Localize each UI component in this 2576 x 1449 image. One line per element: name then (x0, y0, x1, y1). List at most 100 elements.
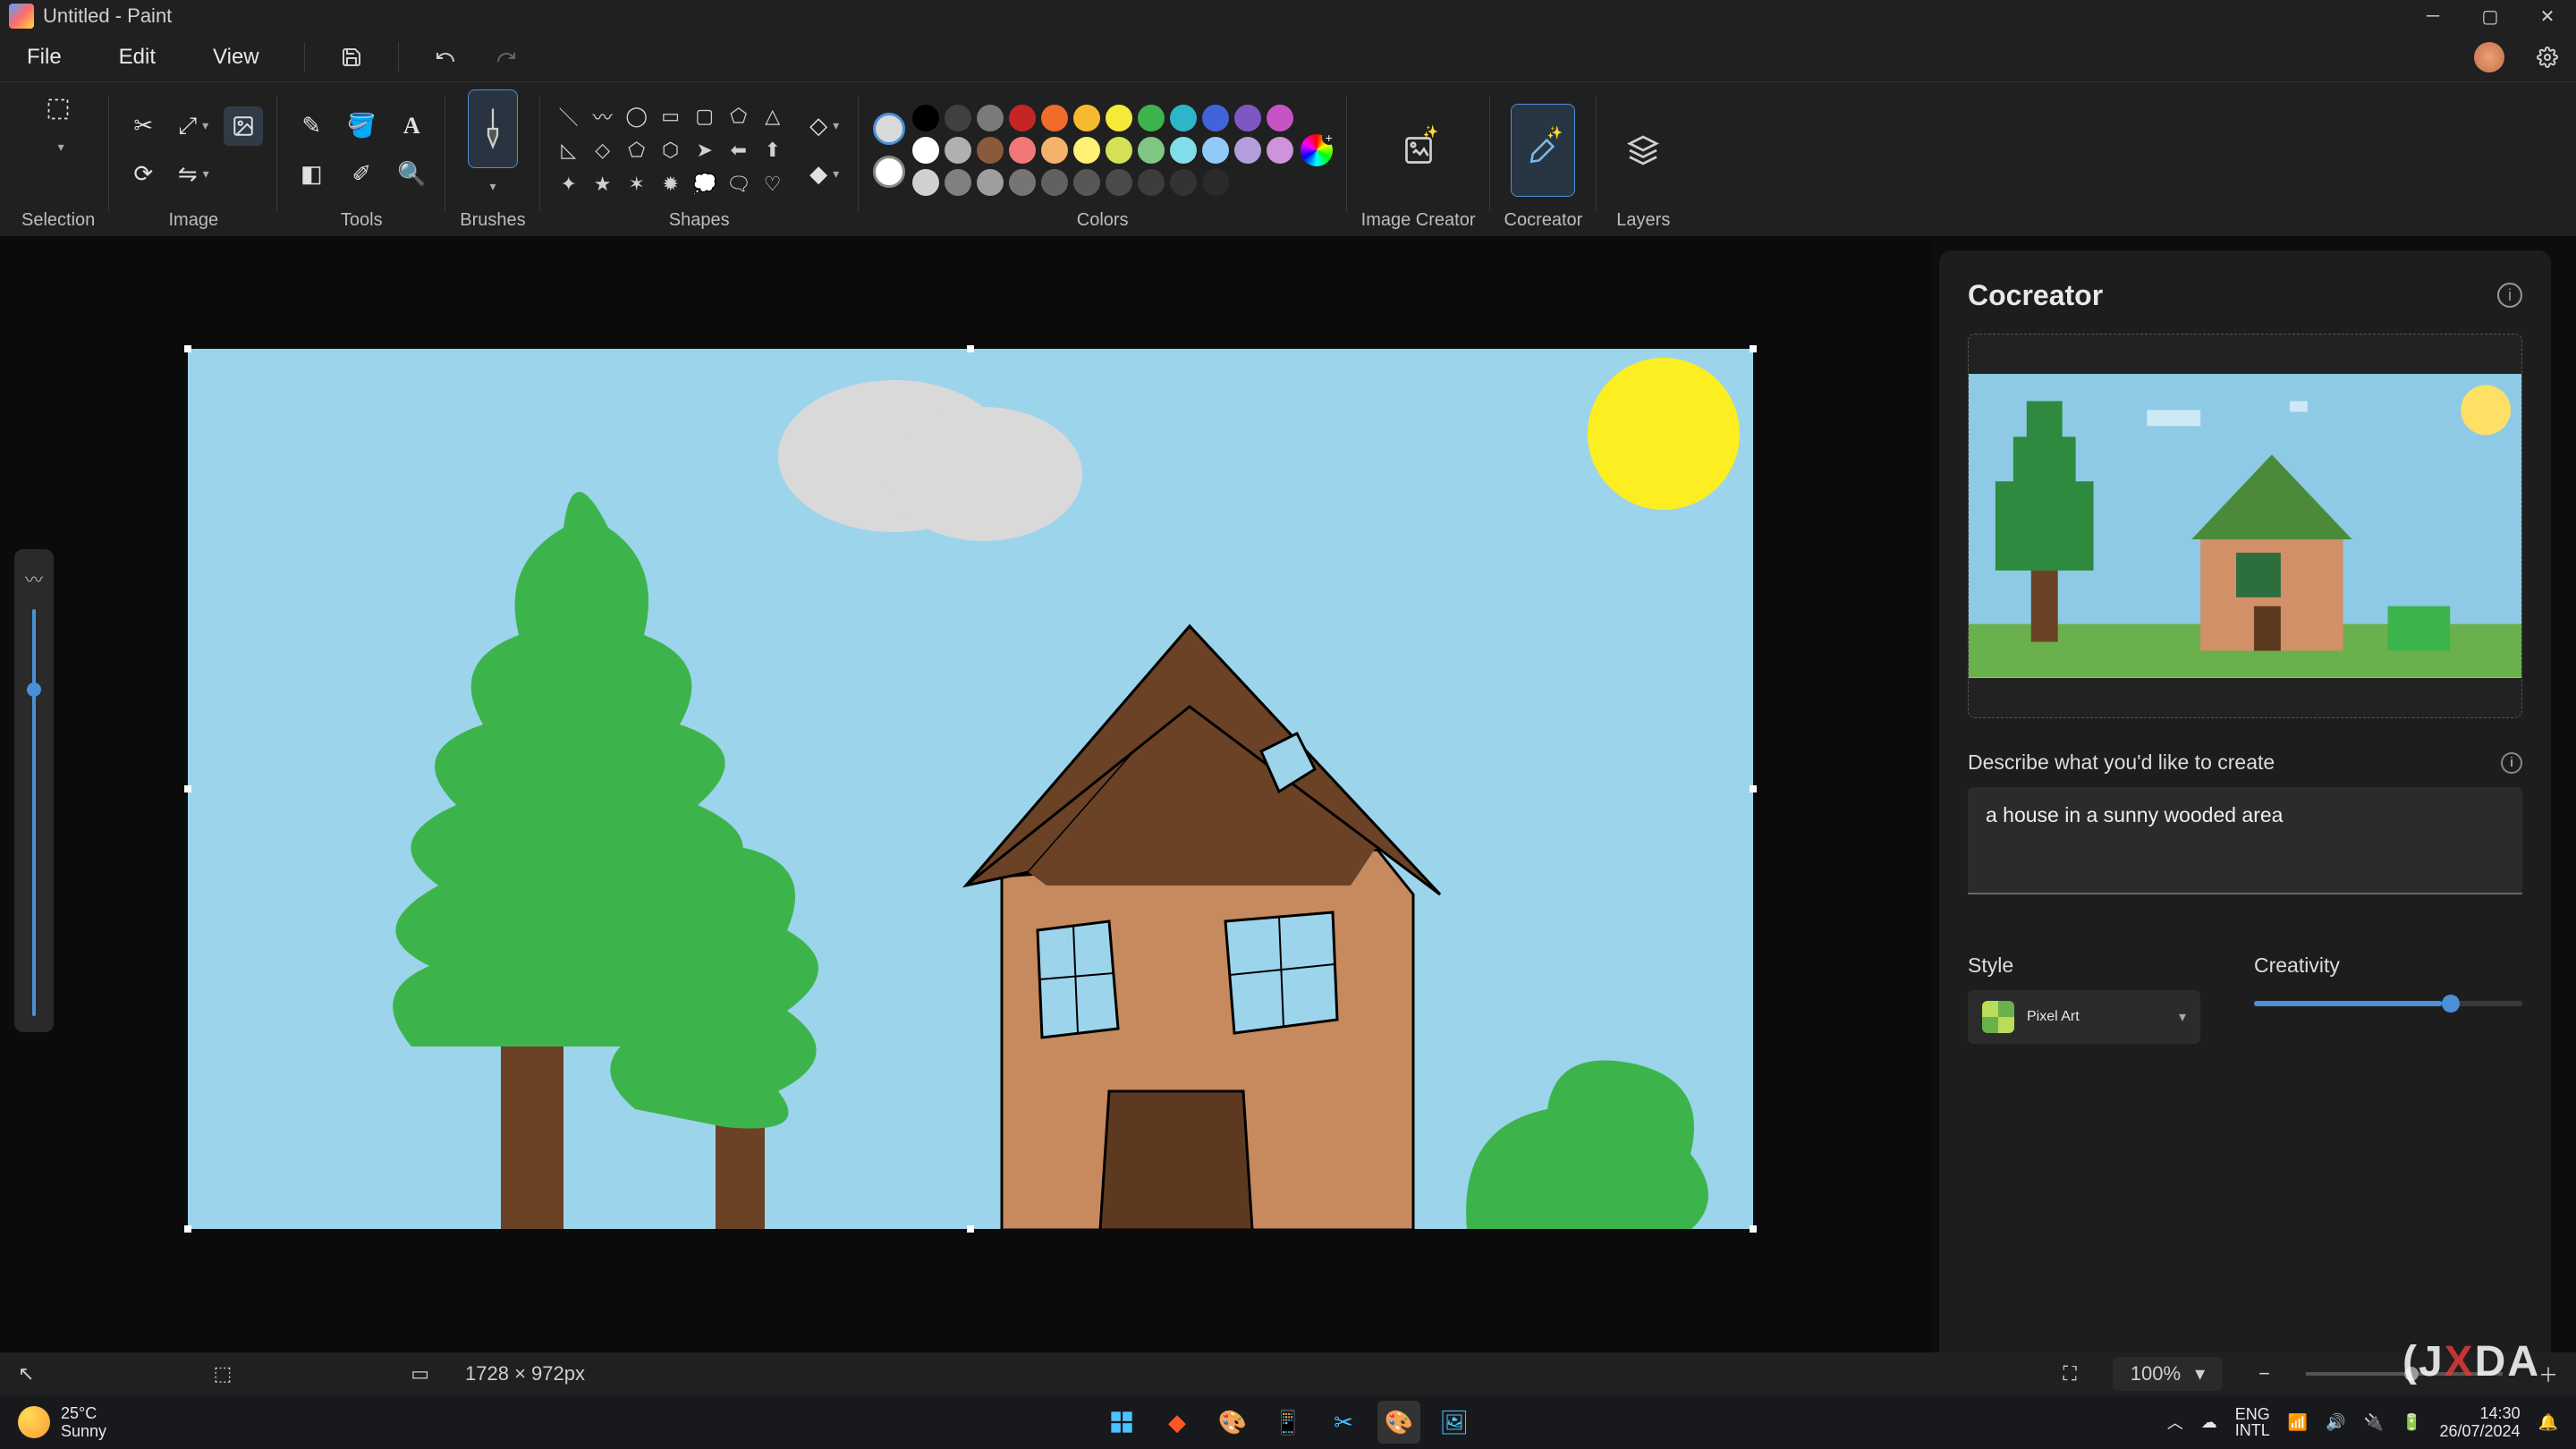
color-swatch[interactable] (912, 105, 939, 131)
shape-callout-icon[interactable]: 💭 (691, 170, 719, 199)
info-icon[interactable]: i (2501, 752, 2522, 774)
taskbar-app-brave[interactable]: ◆ (1156, 1401, 1199, 1444)
shape-arrowu-icon[interactable]: ⬆ (758, 136, 787, 165)
color-swatch[interactable] (1073, 169, 1100, 196)
shape-burst-icon[interactable]: ✹ (657, 170, 685, 199)
tray-onedrive-icon[interactable]: ☁ (2201, 1413, 2217, 1432)
image-creator-button[interactable]: ✨ (1386, 104, 1451, 197)
tray-clock[interactable]: 14:30 26/07/2024 (2439, 1404, 2520, 1440)
menu-file[interactable]: File (11, 39, 78, 75)
color-swatch[interactable] (1041, 169, 1068, 196)
color-swatch[interactable] (912, 169, 939, 196)
color-swatch[interactable] (1106, 105, 1132, 131)
select-rect-icon[interactable] (38, 89, 78, 129)
resize-handle[interactable] (1750, 1225, 1757, 1233)
tray-wifi-icon[interactable]: 📶 (2288, 1413, 2308, 1432)
fill-icon[interactable]: 🪣 (342, 106, 381, 146)
flip-icon[interactable]: ⇋ (174, 155, 213, 194)
resize-handle[interactable] (184, 785, 191, 792)
shape-rect-icon[interactable]: ▭ (657, 102, 685, 131)
remove-bg-icon[interactable] (224, 106, 263, 146)
selection-dropdown[interactable] (38, 134, 78, 159)
eraser-icon[interactable]: ◧ (292, 155, 331, 194)
shape-5star-icon[interactable]: ★ (589, 170, 617, 199)
close-button[interactable]: ✕ (2519, 0, 2576, 32)
shape-triangle-icon[interactable]: △ (758, 102, 787, 131)
shape-fill-dropdown[interactable]: ◆ (805, 155, 844, 194)
user-avatar[interactable] (2474, 42, 2504, 72)
creativity-slider[interactable] (2254, 1001, 2522, 1006)
resize-handle[interactable] (967, 345, 974, 352)
color-swatch[interactable] (945, 105, 971, 131)
canvas[interactable] (188, 349, 1753, 1229)
fit-screen-icon[interactable]: ⛶ (2063, 1362, 2076, 1385)
shape-curve-icon[interactable]: 〰 (589, 102, 617, 131)
resize-icon[interactable]: ⤢ (174, 106, 213, 146)
shape-6star-icon[interactable]: ✶ (623, 170, 651, 199)
shape-hexagon-icon[interactable]: ⬡ (657, 136, 685, 165)
tray-power-icon[interactable]: 🔌 (2364, 1413, 2384, 1432)
shape-oval-icon[interactable]: ◯ (623, 102, 651, 131)
resize-handle[interactable] (1750, 345, 1757, 352)
save-icon[interactable] (334, 39, 369, 75)
shape-heart-icon[interactable]: ♡ (758, 170, 787, 199)
layers-button[interactable] (1611, 104, 1675, 197)
brush-button[interactable] (468, 89, 518, 168)
shape-speech-icon[interactable]: 🗨 (724, 170, 753, 199)
shape-diamond-icon[interactable]: ◇ (589, 136, 617, 165)
eyedropper-icon[interactable]: ✐ (342, 155, 381, 194)
color-swatch[interactable] (1009, 137, 1036, 164)
taskbar-app-snip[interactable]: ✂ (1322, 1401, 1365, 1444)
color-swatch[interactable] (1041, 105, 1068, 131)
tray-lang2[interactable]: INTL (2235, 1422, 2270, 1438)
text-icon[interactable]: A (392, 106, 431, 146)
rotate-icon[interactable]: ⟳ (123, 155, 163, 194)
color-swatch[interactable] (1073, 137, 1100, 164)
color-swatch[interactable] (1267, 137, 1293, 164)
color-swatch[interactable] (1170, 137, 1197, 164)
shape-roundrect-icon[interactable]: ▢ (691, 102, 719, 131)
taskbar-app-photos[interactable]: 🖼 (1433, 1401, 1476, 1444)
color-swatch[interactable] (1170, 105, 1197, 131)
color-swatch[interactable] (1138, 137, 1165, 164)
color-swatch[interactable] (1073, 105, 1100, 131)
color-2-swatch[interactable] (873, 156, 905, 188)
resize-handle[interactable] (184, 1225, 191, 1233)
pencil-icon[interactable]: ✎ (292, 106, 331, 146)
tray-battery-icon[interactable]: 🔋 (2402, 1413, 2421, 1432)
menu-edit[interactable]: Edit (103, 39, 172, 75)
color-swatch[interactable] (1009, 105, 1036, 131)
zoom-icon[interactable]: 🔍 (392, 155, 431, 194)
color-swatch[interactable] (1202, 105, 1229, 131)
undo-icon[interactable] (428, 39, 463, 75)
shape-outline-dropdown[interactable]: ◇ (805, 106, 844, 146)
cocreator-preview[interactable] (1968, 334, 2522, 718)
tray-lang1[interactable]: ENG (2235, 1406, 2270, 1422)
taskbar-app-phonelink[interactable]: 📱 (1267, 1401, 1309, 1444)
color-swatch[interactable] (1106, 169, 1132, 196)
maximize-button[interactable]: ▢ (2462, 0, 2519, 32)
color-swatch[interactable] (1106, 137, 1132, 164)
style-select[interactable]: Pixel Art ▾ (1968, 990, 2200, 1044)
tray-chevron-icon[interactable]: ︿ (2167, 1411, 2183, 1434)
color-swatch[interactable] (1267, 105, 1293, 131)
crop-icon[interactable]: ✂ (123, 106, 163, 146)
taskbar-app-copilot[interactable]: 🎨 (1211, 1401, 1254, 1444)
resize-handle[interactable] (1750, 785, 1757, 792)
color-swatch[interactable] (945, 137, 971, 164)
color-swatch[interactable] (1009, 169, 1036, 196)
color-swatch[interactable] (977, 105, 1004, 131)
zoom-select[interactable]: 100% ▾ (2113, 1357, 2223, 1391)
tray-notifications-icon[interactable]: 🔔 (2538, 1413, 2558, 1432)
cocreator-button[interactable]: ✨ (1511, 104, 1575, 197)
menu-view[interactable]: View (197, 39, 275, 75)
color-swatch[interactable] (977, 169, 1004, 196)
shape-arrowl-icon[interactable]: ⬅ (724, 136, 753, 165)
color-swatch[interactable] (1202, 137, 1229, 164)
shape-line-icon[interactable]: ＼ (555, 102, 583, 131)
brush-dropdown[interactable]: ▾ (489, 179, 496, 194)
color-swatch[interactable] (912, 137, 939, 164)
shape-arrowr-icon[interactable]: ➤ (691, 136, 719, 165)
color-1-swatch[interactable] (873, 113, 905, 145)
info-icon[interactable]: i (2497, 283, 2522, 308)
